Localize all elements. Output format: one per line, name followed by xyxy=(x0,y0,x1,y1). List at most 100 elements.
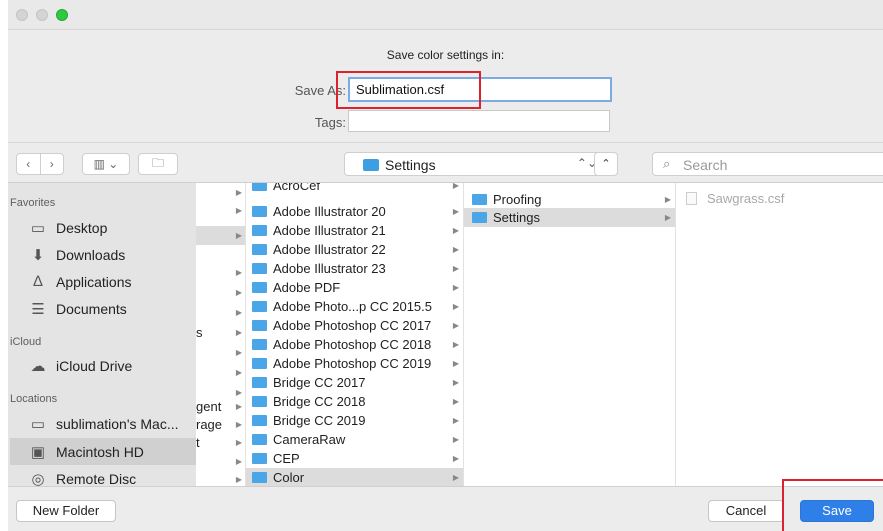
search-placeholder: Search xyxy=(683,157,728,173)
back-icon[interactable]: ‹ xyxy=(17,157,40,171)
save-as-label: Save As: xyxy=(294,83,346,98)
browser-toolbar: ‹ › ▥ ⌄ 🗀 Settings ⌃⌄ ⌃ ⌕ Search xyxy=(8,142,883,183)
dialog-heading: Save color settings in: xyxy=(386,48,505,62)
list-item[interactable]: ▶ xyxy=(196,452,245,471)
list-item[interactable]: ▶ xyxy=(196,183,245,202)
highlight-box-save xyxy=(782,479,883,531)
folder-icon xyxy=(252,377,267,388)
list-item[interactable]: Adobe Illustrator 21 ▶ xyxy=(246,221,463,240)
folder-icon xyxy=(252,358,267,369)
folder-icon xyxy=(252,183,267,191)
list-item[interactable]: ▶ xyxy=(196,303,245,322)
column-view-icon: ▥ ⌄ xyxy=(93,157,119,171)
list-item[interactable]: Bridge CC 2019 ▶ xyxy=(246,411,463,430)
list-item-selected[interactable]: Color ▶ xyxy=(246,468,463,486)
list-item[interactable]: AcroCef ▶ xyxy=(246,183,463,195)
sidebar-item-desktop[interactable]: ▭ Desktop xyxy=(10,214,196,241)
locations-heading: Locations xyxy=(10,393,58,405)
close-window-icon[interactable] xyxy=(16,9,28,21)
list-item[interactable]: Adobe Photoshop CC 2017 ▶ xyxy=(246,316,463,335)
list-item[interactable]: s ▶ xyxy=(196,323,245,342)
folder-icon xyxy=(252,434,267,445)
minimize-window-icon[interactable] xyxy=(36,9,48,21)
collapse-button[interactable]: ⌃ xyxy=(594,152,618,176)
folder-icon xyxy=(252,282,267,293)
list-item-selected[interactable]: ▶ xyxy=(196,226,245,245)
documents-icon: ☰ xyxy=(31,300,45,318)
list-item[interactable]: CEP ▶ xyxy=(246,449,463,468)
zoom-window-icon[interactable] xyxy=(56,9,68,21)
list-item[interactable]: Proofing ▶ xyxy=(464,190,675,209)
computer-icon: ▭ xyxy=(30,415,46,433)
folder-icon xyxy=(252,396,267,407)
cancel-button[interactable]: Cancel xyxy=(708,500,784,522)
list-item[interactable]: ▶ xyxy=(196,263,245,282)
list-item[interactable]: ▶ xyxy=(196,283,245,302)
list-item[interactable]: Adobe Photoshop CC 2018 ▶ xyxy=(246,335,463,354)
folder-icon xyxy=(472,212,487,223)
new-folder-button[interactable]: New Folder xyxy=(16,500,116,522)
tags-field[interactable] xyxy=(348,110,610,132)
save-panel: Save color settings in: Save As: Sublima… xyxy=(8,30,883,142)
location-label: Settings xyxy=(385,157,436,173)
list-item[interactable]: Adobe Photo...p CC 2015.5 ▶ xyxy=(246,297,463,316)
location-popup[interactable]: Settings ⌃⌄ xyxy=(344,152,612,176)
chevron-up-icon: ⌃ xyxy=(601,158,611,170)
tags-label: Tags: xyxy=(314,115,346,130)
list-item[interactable]: gent ▶ xyxy=(196,397,245,416)
column-4: Sawgrass.csf xyxy=(676,183,883,486)
sidebar-item-mac[interactable]: ▭ sublimation's Mac... xyxy=(10,410,196,437)
list-item[interactable]: Adobe Illustrator 22 ▶ xyxy=(246,240,463,259)
icloud-heading: iCloud xyxy=(10,336,42,348)
sidebar-item-macintosh-hd[interactable]: ▣ Macintosh HD xyxy=(10,438,196,465)
new-folder-icon: 🗀 xyxy=(151,155,164,170)
favorites-heading: Favorites xyxy=(10,197,56,209)
list-item[interactable]: ▶ xyxy=(196,343,245,362)
list-item[interactable]: Adobe PDF ▶ xyxy=(246,278,463,297)
forward-icon[interactable]: › xyxy=(41,157,64,171)
folder-icon xyxy=(252,339,267,350)
folder-icon xyxy=(472,194,487,205)
folder-icon xyxy=(252,415,267,426)
list-item[interactable]: t ▶ xyxy=(196,433,245,452)
list-item[interactable]: Adobe Illustrator 20 ▶ xyxy=(246,202,463,221)
search-input[interactable]: ⌕ Search xyxy=(652,152,883,176)
list-item[interactable]: Adobe Illustrator 23 ▶ xyxy=(246,259,463,278)
highlight-box-filename xyxy=(336,71,481,109)
list-item[interactable]: ▶ xyxy=(196,470,245,486)
list-item[interactable]: Sawgrass.csf xyxy=(676,189,883,208)
bottom-bar: New Folder Cancel Save xyxy=(8,479,883,531)
folder-icon xyxy=(252,453,267,464)
document-icon xyxy=(686,192,697,205)
list-item[interactable]: Bridge CC 2017 ▶ xyxy=(246,373,463,392)
search-icon: ⌕ xyxy=(663,156,671,171)
downloads-icon: ⬇ xyxy=(31,246,45,264)
folder-icon xyxy=(252,263,267,274)
new-folder-toolbar-button[interactable]: 🗀 xyxy=(138,153,178,175)
navigation-buttons: ‹ › xyxy=(16,153,64,175)
sidebar-item-downloads[interactable]: ⬇ Downloads xyxy=(10,241,196,268)
list-item[interactable]: Adobe Photoshop CC 2019 ▶ xyxy=(246,354,463,373)
desktop-icon: ▭ xyxy=(30,219,46,237)
list-item-selected[interactable]: Settings ▶ xyxy=(464,208,675,227)
cloud-icon: ☁ xyxy=(30,357,46,375)
list-item[interactable]: ▶ xyxy=(196,201,245,220)
title-bar xyxy=(8,0,883,30)
folder-icon xyxy=(252,225,267,236)
list-item[interactable]: rage ▶ xyxy=(196,415,245,434)
folder-icon xyxy=(363,159,379,171)
list-item[interactable]: ▶ xyxy=(196,363,245,382)
disk-icon: ▣ xyxy=(30,443,46,461)
list-item[interactable]: CameraRaw ▶ xyxy=(246,430,463,449)
list-item[interactable]: Bridge CC 2018 ▶ xyxy=(246,392,463,411)
column-1: ▶ ▶ ▶ ▶ ▶ ▶ s ▶ ▶ ▶ ▶ gent ▶ rage ▶ t ▶ ▶ ▶ xyxy=(196,183,246,486)
disc-icon: ◎ xyxy=(31,470,45,488)
applications-icon: ∆ xyxy=(33,273,43,290)
column-2: AcroCef ▶ Adobe Illustrator 20 ▶ Adobe Ill… xyxy=(246,183,464,486)
sidebar-item-applications[interactable]: ∆ Applications xyxy=(10,268,196,295)
folder-icon xyxy=(252,320,267,331)
sidebar-item-documents[interactable]: ☰ Documents xyxy=(10,295,196,322)
folder-icon xyxy=(252,244,267,255)
sidebar-item-icloud-drive[interactable]: ☁ iCloud Drive xyxy=(10,352,196,379)
view-mode-button[interactable]: ▥ ⌄ xyxy=(82,153,130,175)
